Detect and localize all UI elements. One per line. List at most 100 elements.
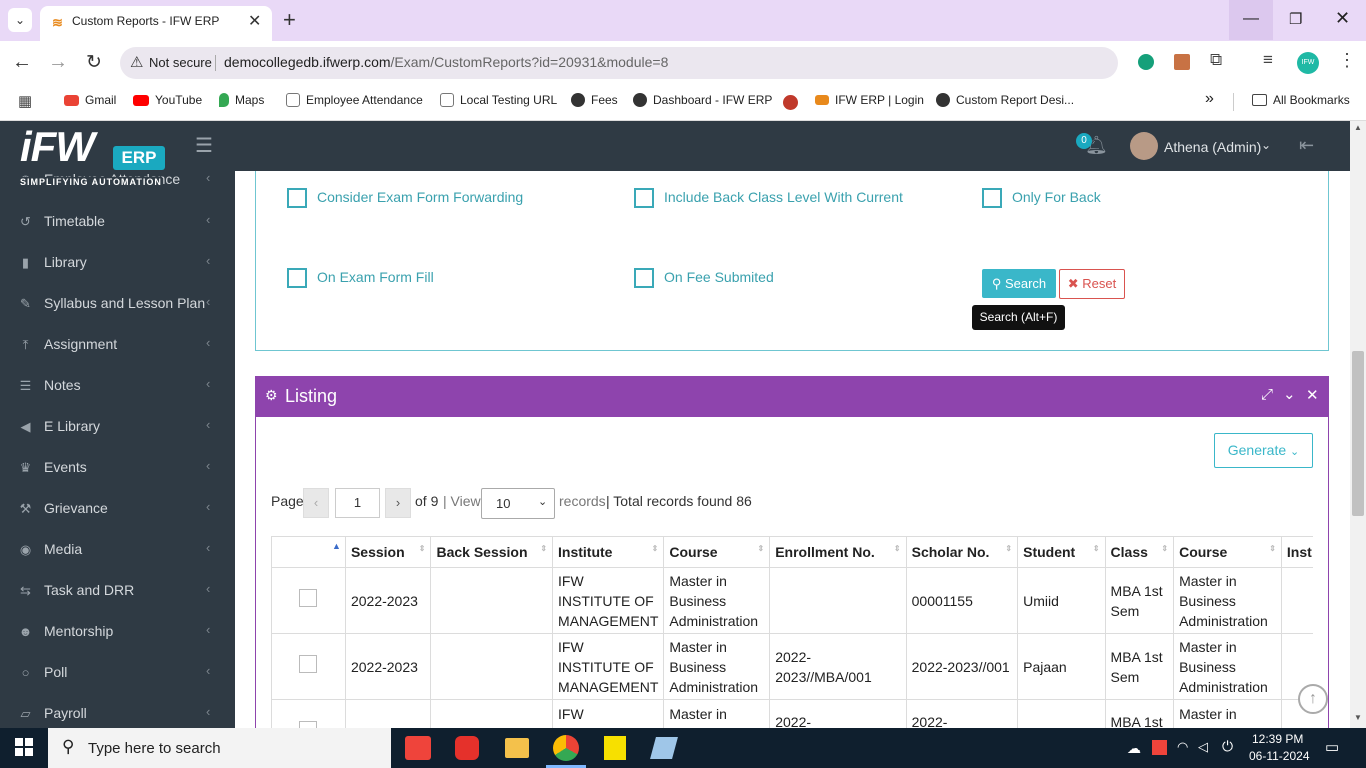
checkbox-label[interactable]: On Fee Submited (664, 269, 774, 285)
security-label[interactable]: Not secure (149, 55, 212, 70)
anydesk-tray-icon[interactable] (1152, 740, 1167, 755)
wps-office-icon[interactable] (455, 736, 479, 760)
bookmark-gmail[interactable]: Gmail (64, 93, 116, 107)
prev-page-button[interactable]: ‹ (303, 488, 329, 518)
bookmark-ifw-login[interactable]: IFW ERP | Login (815, 93, 924, 107)
table-row[interactable]: IFW INSTITUTE Master in 2022- 2022- MBA … (271, 699, 1313, 728)
expand-icon[interactable]: ⤢ (1261, 386, 1273, 403)
checkbox-label[interactable]: Consider Exam Form Forwarding (317, 189, 523, 205)
notifications-icon[interactable]: ▭ (1325, 738, 1339, 756)
sidebar-item-assignment[interactable]: ⤒ Assignment ‹ (0, 324, 235, 365)
minimize-button[interactable]: — (1229, 0, 1273, 40)
extension-icon[interactable] (1174, 54, 1190, 70)
taskbar-search-box[interactable]: ⚲ Type here to search (48, 728, 391, 768)
back-arrow-icon[interactable]: ← (12, 51, 32, 74)
apps-grid-icon[interactable]: ▦ (18, 92, 32, 110)
browser-tab-active[interactable]: ≋ Custom Reports - IFW ERP ✕ (40, 6, 272, 41)
page-scrollbar[interactable]: ▲ ▼ (1350, 121, 1366, 728)
media-control-icon[interactable]: ≡ (1263, 50, 1273, 70)
restore-button[interactable]: ❐ (1289, 10, 1302, 28)
sidebar-item-syllabus[interactable]: ✎ Syllabus and Lesson Plan ‹ (0, 283, 235, 324)
forward-arrow-icon[interactable]: → (48, 51, 68, 74)
row-checkbox[interactable] (299, 655, 318, 673)
bookmark-local-testing[interactable]: Local Testing URL (440, 93, 557, 107)
scroll-thumb[interactable] (1352, 351, 1364, 516)
sidebar-item-timetable[interactable]: ↺ Timetable ‹ (0, 201, 235, 242)
bookmark-employee-attendance[interactable]: Employee Attendance (286, 93, 423, 107)
column-header-course[interactable]: Course ⇕ (663, 536, 771, 568)
checkbox-label[interactable]: On Exam Form Fill (317, 269, 434, 285)
checkbox-include-back-class[interactable] (634, 188, 654, 208)
scroll-to-top-icon[interactable]: ↑ (1298, 684, 1328, 714)
column-header-course-2[interactable]: Course ⇕ (1173, 536, 1282, 568)
hamburger-menu-icon[interactable]: ☰ (195, 133, 213, 158)
volume-icon[interactable]: ◁ (1198, 739, 1208, 755)
scroll-down-arrow-icon[interactable]: ▼ (1354, 713, 1362, 722)
sidebar-item-payroll[interactable]: ▱ Payroll ‹ (0, 693, 235, 728)
column-header-select[interactable]: ▲ (271, 536, 346, 568)
chrome-icon[interactable] (553, 735, 579, 761)
tab-search-button[interactable]: ⌄ (8, 8, 32, 32)
row-checkbox[interactable] (299, 721, 318, 728)
reload-icon[interactable]: ↻ (86, 51, 102, 74)
scroll-up-arrow-icon[interactable]: ▲ (1354, 123, 1362, 132)
checkbox-label[interactable]: Include Back Class Level With Current (664, 189, 903, 205)
reset-button[interactable]: ✖ Reset (1059, 269, 1125, 299)
table-row[interactable]: 2022-2023 IFW INSTITUTE OF MANAGEMENT Ma… (271, 633, 1313, 700)
sidebar-item-task-drr[interactable]: ⇆ Task and DRR ‹ (0, 570, 235, 611)
user-avatar[interactable] (1130, 132, 1158, 160)
sidebar-item-poll[interactable]: ○ Poll ‹ (0, 652, 235, 693)
sidebar-item-media[interactable]: ◉ Media ‹ (0, 529, 235, 570)
view-select[interactable]: 10 ⌄ (481, 488, 555, 519)
sticky-notes-icon[interactable] (604, 736, 626, 760)
column-header-back-session[interactable]: Back Session ⇕ (430, 536, 554, 568)
all-bookmarks-button[interactable]: All Bookmarks (1252, 93, 1350, 107)
user-name[interactable]: Athena (Admin) (1164, 139, 1261, 155)
windows-start-icon[interactable] (15, 738, 33, 756)
row-checkbox[interactable] (299, 589, 318, 607)
anydesk-icon[interactable] (405, 736, 431, 760)
sidebar-item-e-library[interactable]: ◀ E Library ‹ (0, 406, 235, 447)
column-header-session[interactable]: Session ⇕ (344, 536, 432, 568)
column-header-class[interactable]: Class ⇕ (1104, 536, 1175, 568)
search-button[interactable]: ⚲ Search (982, 269, 1056, 298)
table-row[interactable]: 2022-2023 IFW INSTITUTE OF MANAGEMENT Ma… (271, 567, 1313, 634)
bookmark-dashboard[interactable]: Dashboard - IFW ERP (633, 93, 772, 107)
checkbox-on-fee-submited[interactable] (634, 268, 654, 288)
checkbox-consider-exam-form-forwarding[interactable] (287, 188, 307, 208)
bookmark-youtube[interactable]: YouTube (133, 93, 202, 107)
snipping-tool-icon[interactable] (650, 737, 678, 759)
column-header-enrollment[interactable]: Enrollment No. ⇕ (769, 536, 907, 568)
taskbar-date[interactable]: 06-11-2024 (1249, 749, 1310, 763)
generate-dropdown-button[interactable]: Generate ⌄ (1214, 433, 1313, 468)
address-bar[interactable]: ⚠ Not secure democollegedb.ifwerp.com/Ex… (120, 47, 1118, 79)
column-header-institute[interactable]: Institute ⇕ (552, 536, 665, 568)
sidebar-item-events[interactable]: ♛ Events ‹ (0, 447, 235, 488)
column-header-inst[interactable]: Inst (1280, 536, 1313, 568)
puzzle-icon[interactable]: ⧉ (1210, 50, 1222, 70)
sidebar-item-mentorship[interactable]: ☻ Mentorship ‹ (0, 611, 235, 652)
checkbox-on-exam-form-fill[interactable] (287, 268, 307, 288)
file-explorer-icon[interactable] (505, 738, 529, 758)
taskbar-time[interactable]: 12:39 PM (1252, 732, 1303, 746)
menu-kebab-icon[interactable]: ⋮ (1338, 50, 1356, 71)
power-icon[interactable]: ⏻ (1222, 738, 1233, 755)
bookmark-maps[interactable]: Maps (219, 93, 264, 107)
checkbox-label[interactable]: Only For Back (1012, 189, 1101, 205)
tab-close-icon[interactable]: ✕ (248, 11, 261, 31)
user-chevron-down-icon[interactable]: ⌄ (1261, 138, 1271, 152)
column-header-scholar[interactable]: Scholar No. ⇕ (905, 536, 1019, 568)
page-number-input[interactable]: 1 (335, 488, 380, 518)
panel-close-icon[interactable]: ✕ (1306, 386, 1319, 404)
checkbox-only-for-back[interactable] (982, 188, 1002, 208)
bookmark-custom-report[interactable]: Custom Report Desi... (936, 93, 1074, 107)
new-tab-button[interactable]: + (283, 7, 296, 33)
url-text[interactable]: democollegedb.ifwerp.com/Exam/CustomRepo… (224, 54, 668, 70)
bookmark-red-icon[interactable] (783, 95, 798, 110)
window-close-button[interactable]: ✕ (1335, 8, 1350, 29)
onedrive-icon[interactable]: ☁ (1127, 740, 1141, 757)
sidebar-item-grievance[interactable]: ⚒ Grievance ‹ (0, 488, 235, 529)
collapse-chevron-icon[interactable]: ⌄ (1283, 385, 1296, 403)
bookmarks-overflow-button[interactable]: » (1205, 90, 1214, 108)
next-page-button[interactable]: › (385, 488, 411, 518)
